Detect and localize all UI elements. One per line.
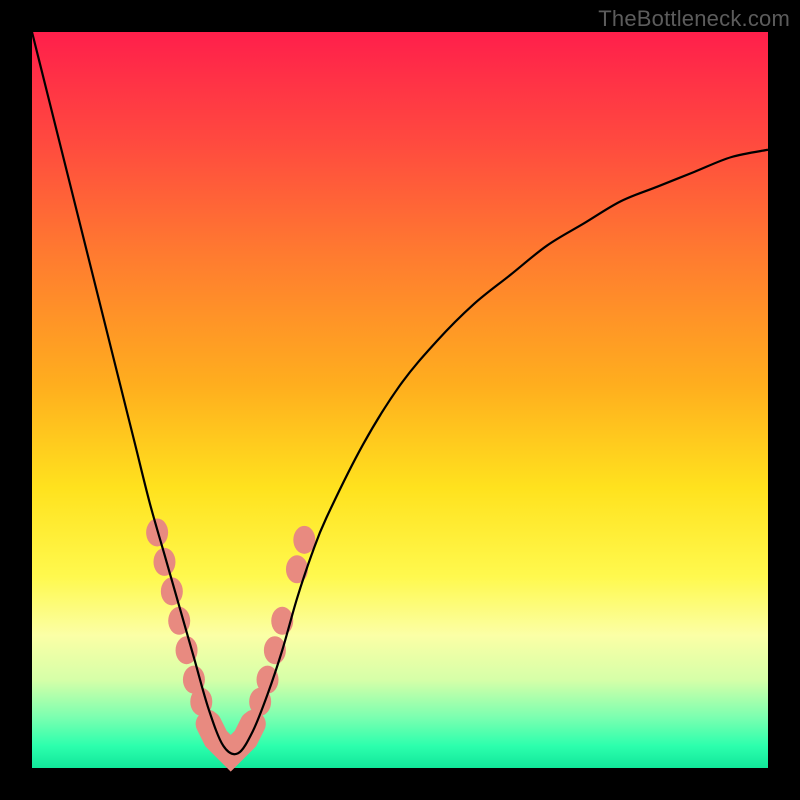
curve-svg [32,32,768,768]
marker-point [286,555,308,583]
bottleneck-curve [32,32,768,754]
watermark-text: TheBottleneck.com [598,6,790,32]
plot-area [32,32,768,768]
marker-point [293,526,315,554]
marker-group [146,518,315,767]
chart-frame: TheBottleneck.com [0,0,800,800]
